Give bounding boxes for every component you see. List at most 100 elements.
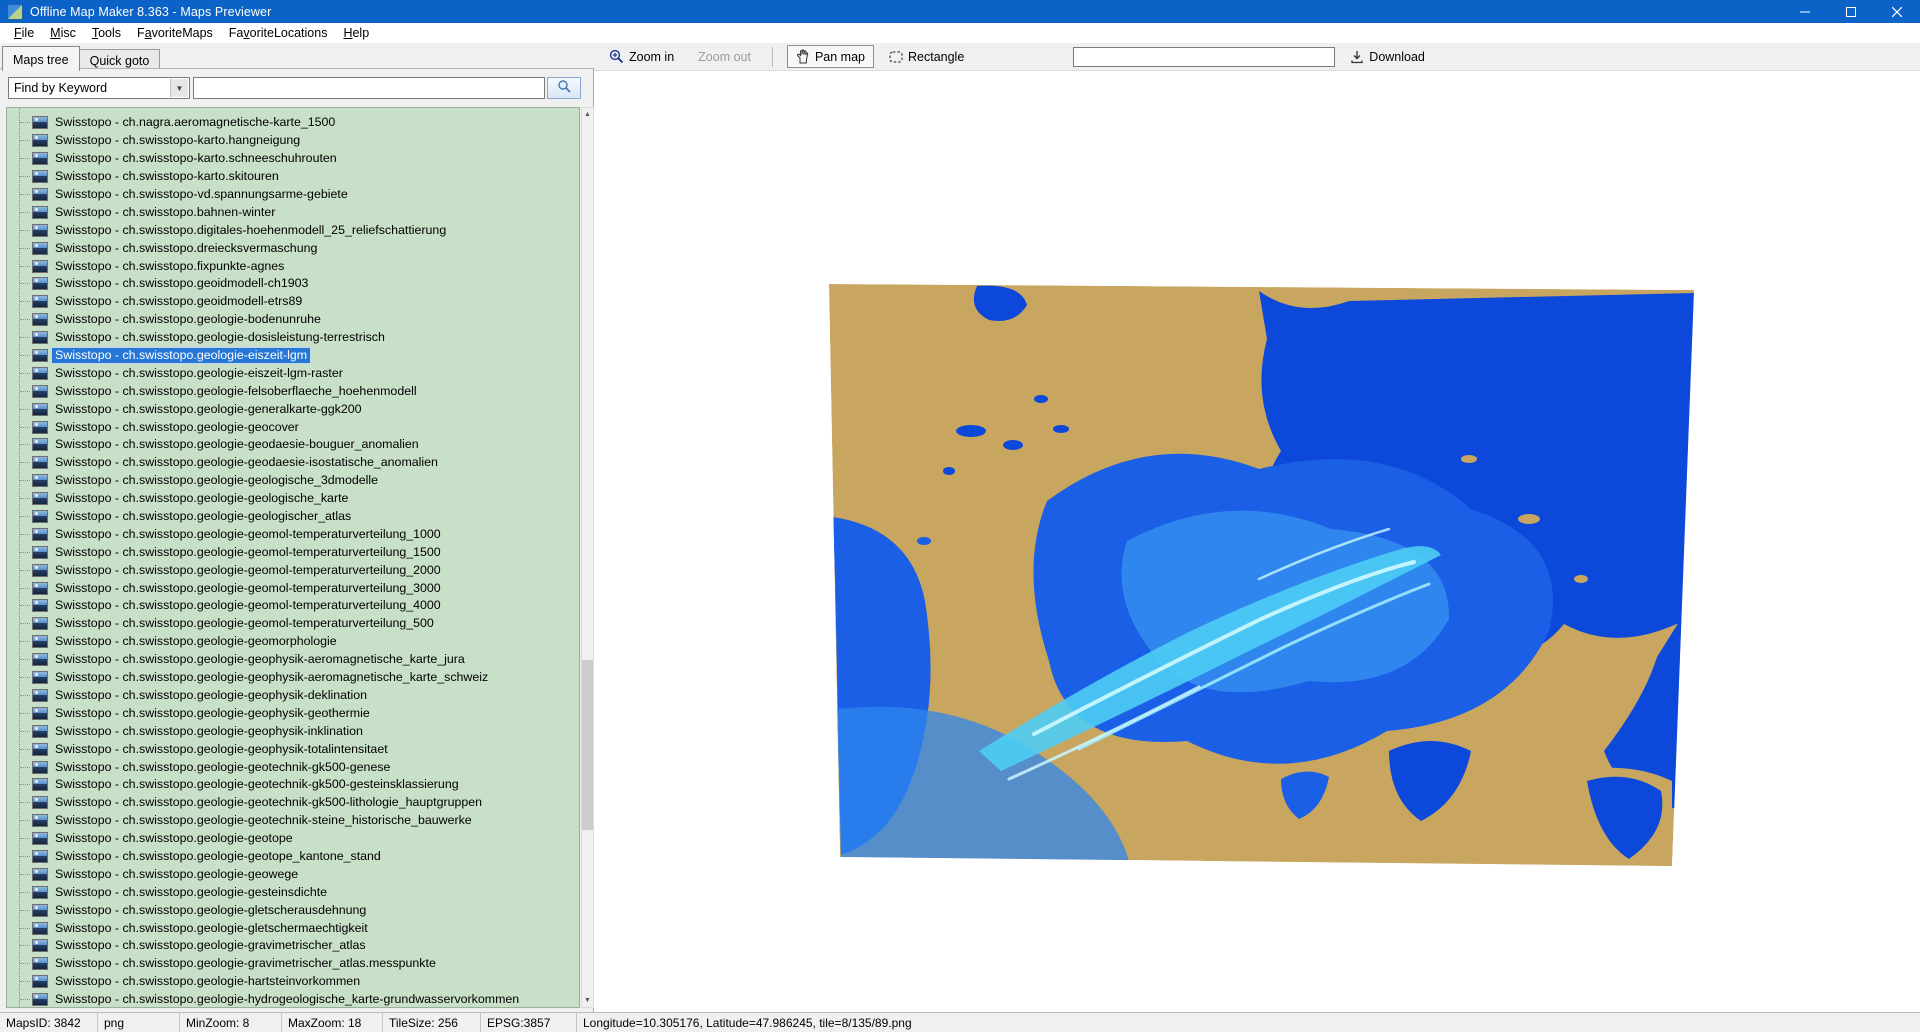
tree-item[interactable]: Swisstopo - ch.swisstopo.geologie-bodenu… xyxy=(7,311,579,329)
menu-tools[interactable]: Tools xyxy=(84,24,129,42)
tree-item[interactable]: Swisstopo - ch.swisstopo.geologie-geotec… xyxy=(7,758,579,776)
tree-item[interactable]: Swisstopo - ch.swisstopo.geoidmodell-ch1… xyxy=(7,275,579,293)
zoom-in-button[interactable]: Zoom in xyxy=(600,45,683,68)
map-layer-icon xyxy=(32,456,48,469)
scrollbar-thumb[interactable] xyxy=(582,660,593,830)
tree-item[interactable]: Swisstopo - ch.swisstopo.geologie-hartst… xyxy=(7,973,579,991)
map-preview-pane[interactable] xyxy=(595,71,1920,1012)
tree-item[interactable]: Swisstopo - ch.swisstopo.geologie-geomol… xyxy=(7,579,579,597)
menu-file[interactable]: File xyxy=(6,24,42,42)
menu-favoritelocations[interactable]: FavoriteLocations xyxy=(221,24,336,42)
tree-item[interactable]: Swisstopo - ch.nagra.aeromagnetische-kar… xyxy=(7,114,579,132)
tree-item[interactable]: Swisstopo - ch.swisstopo.geologie-felsob… xyxy=(7,382,579,400)
tree-item[interactable]: Swisstopo - ch.swisstopo.geologie-geophy… xyxy=(7,740,579,758)
tree-connector xyxy=(20,570,30,571)
tree-item-label: Swisstopo - ch.swisstopo.geologie-hartst… xyxy=(52,974,363,989)
rectangle-button[interactable]: Rectangle xyxy=(880,46,973,68)
map-layer-icon xyxy=(32,152,48,165)
tree-item[interactable]: Swisstopo - ch.swisstopo.dreiecksvermasc… xyxy=(7,239,579,257)
tree-item[interactable]: Swisstopo - ch.swisstopo.geologie-geomol… xyxy=(7,561,579,579)
chevron-down-icon[interactable]: ▼ xyxy=(170,79,188,97)
tree-item[interactable]: Swisstopo - ch.swisstopo.geologie-geotec… xyxy=(7,812,579,830)
tree-scrollbar[interactable]: ▲ ▼ xyxy=(581,107,594,1008)
tree-item-label: Swisstopo - ch.swisstopo.geologie-geolog… xyxy=(52,509,354,524)
map-layer-icon xyxy=(32,546,48,559)
tree-item[interactable]: Swisstopo - ch.swisstopo.geologie-geophy… xyxy=(7,722,579,740)
tree-item[interactable]: Swisstopo - ch.swisstopo.geologie-geodae… xyxy=(7,454,579,472)
scrollbar-down-arrow[interactable]: ▼ xyxy=(582,994,593,1007)
tree-item[interactable]: Swisstopo - ch.swisstopo-karto.skitouren xyxy=(7,168,579,186)
map-preview-image[interactable] xyxy=(829,279,1697,867)
map-layer-icon xyxy=(32,331,48,344)
tree-item[interactable]: Swisstopo - ch.swisstopo.fixpunkte-agnes xyxy=(7,257,579,275)
coordinates-input[interactable] xyxy=(1073,47,1335,67)
tree-item[interactable]: Swisstopo - ch.swisstopo.geologie-geolog… xyxy=(7,508,579,526)
tree-item[interactable]: Swisstopo - ch.swisstopo.geologie-geomol… xyxy=(7,543,579,561)
tree-item[interactable]: Swisstopo - ch.swisstopo.geologie-gravim… xyxy=(7,937,579,955)
tree-item[interactable]: Swisstopo - ch.swisstopo.geologie-geomol… xyxy=(7,525,579,543)
tree-connector xyxy=(20,444,30,445)
menu-misc[interactable]: Misc xyxy=(42,24,84,42)
rectangle-select-icon xyxy=(889,50,903,64)
map-layer-icon xyxy=(32,671,48,684)
tree-item[interactable]: Swisstopo - ch.swisstopo.geologie-eiszei… xyxy=(7,364,579,382)
tree-item[interactable]: Swisstopo - ch.swisstopo.geologie-geotop… xyxy=(7,830,579,848)
tree-item[interactable]: Swisstopo - ch.swisstopo.geologie-geophy… xyxy=(7,704,579,722)
tree-item-label: Swisstopo - ch.swisstopo.geologie-geodae… xyxy=(52,455,441,470)
tree-item[interactable]: Swisstopo - ch.swisstopo.geologie-geotec… xyxy=(7,794,579,812)
tree-item[interactable]: Swisstopo - ch.swisstopo-karto.hangneigu… xyxy=(7,132,579,150)
map-layer-icon xyxy=(32,939,48,952)
tree-connector xyxy=(20,391,30,392)
tree-item[interactable]: Swisstopo - ch.swisstopo.geologie-geolog… xyxy=(7,490,579,508)
tree-connector xyxy=(20,749,30,750)
download-button[interactable]: Download xyxy=(1341,46,1434,68)
tree-item[interactable]: Swisstopo - ch.swisstopo.geologie-gravim… xyxy=(7,955,579,973)
map-layer-icon xyxy=(32,761,48,774)
find-mode-dropdown[interactable]: Find by Keyword ▼ xyxy=(8,77,190,99)
tree-item[interactable]: Swisstopo - ch.swisstopo.geologie-gestei… xyxy=(7,883,579,901)
tree-item[interactable]: Swisstopo - ch.swisstopo.geologie-geophy… xyxy=(7,669,579,687)
tree-item[interactable]: Swisstopo - ch.swisstopo.geologie-genera… xyxy=(7,400,579,418)
tree-item[interactable]: Swisstopo - ch.swisstopo.geologie-geophy… xyxy=(7,687,579,705)
map-layer-icon xyxy=(32,313,48,326)
scrollbar-up-arrow[interactable]: ▲ xyxy=(582,108,593,121)
tree-item[interactable]: Swisstopo - ch.swisstopo.geologie-geocov… xyxy=(7,418,579,436)
tree-item[interactable]: Swisstopo - ch.swisstopo.geologie-geotop… xyxy=(7,848,579,866)
tree-item[interactable]: Swisstopo - ch.swisstopo.geoidmodell-etr… xyxy=(7,293,579,311)
maximize-button[interactable] xyxy=(1828,0,1874,23)
keyword-input[interactable] xyxy=(193,77,545,99)
tree-item[interactable]: Swisstopo - ch.swisstopo.digitales-hoehe… xyxy=(7,221,579,239)
tree-item[interactable]: Swisstopo - ch.swisstopo-vd.spannungsarm… xyxy=(7,186,579,204)
tree-item[interactable]: Swisstopo - ch.swisstopo.geologie-geophy… xyxy=(7,651,579,669)
tree-item[interactable]: Swisstopo - ch.swisstopo.geologie-hydrog… xyxy=(7,991,579,1008)
close-button[interactable] xyxy=(1874,0,1920,23)
zoom-out-button[interactable]: Zoom out xyxy=(689,46,760,68)
tree-connector xyxy=(20,427,30,428)
menu-favoritemaps[interactable]: FavoriteMaps xyxy=(129,24,221,42)
map-layer-icon xyxy=(32,707,48,720)
tree-item[interactable]: Swisstopo - ch.swisstopo.geologie-geoweg… xyxy=(7,865,579,883)
tree-item[interactable]: Swisstopo - ch.swisstopo.geologie-geodae… xyxy=(7,436,579,454)
menu-help[interactable]: Help xyxy=(335,24,377,42)
tree-item-label: Swisstopo - ch.swisstopo.geologie-geotec… xyxy=(52,777,462,792)
tree-item[interactable]: Swisstopo - ch.swisstopo-karto.schneesch… xyxy=(7,150,579,168)
tab-maps-tree[interactable]: Maps tree xyxy=(2,46,80,71)
tree-item[interactable]: Swisstopo - ch.swisstopo.geologie-geomol… xyxy=(7,615,579,633)
map-layer-icon xyxy=(32,582,48,595)
minimize-button[interactable] xyxy=(1782,0,1828,23)
tree-item[interactable]: Swisstopo - ch.swisstopo.geologie-dosisl… xyxy=(7,329,579,347)
tree-item[interactable]: Swisstopo - ch.swisstopo.bahnen-winter xyxy=(7,203,579,221)
map-layer-icon xyxy=(32,510,48,523)
tree-item[interactable]: Swisstopo - ch.swisstopo.geologie-geotec… xyxy=(7,776,579,794)
pan-map-button[interactable]: Pan map xyxy=(787,45,874,68)
tree-item[interactable]: Swisstopo - ch.swisstopo.geologie-geomor… xyxy=(7,633,579,651)
tree-item[interactable]: Swisstopo - ch.swisstopo.geologie-gletsc… xyxy=(7,901,579,919)
search-button[interactable] xyxy=(547,77,581,99)
tree-item[interactable]: Swisstopo - ch.swisstopo.geologie-gletsc… xyxy=(7,919,579,937)
tree-connector xyxy=(20,874,30,875)
tree-item[interactable]: Swisstopo - ch.swisstopo.geologie-eiszei… xyxy=(7,347,579,365)
tree-item[interactable]: Swisstopo - ch.swisstopo.geologie-geomol… xyxy=(7,597,579,615)
tree-connector xyxy=(20,194,30,195)
tree-item-label: Swisstopo - ch.swisstopo.geologie-geomol… xyxy=(52,581,444,596)
tree-item[interactable]: Swisstopo - ch.swisstopo.geologie-geolog… xyxy=(7,472,579,490)
